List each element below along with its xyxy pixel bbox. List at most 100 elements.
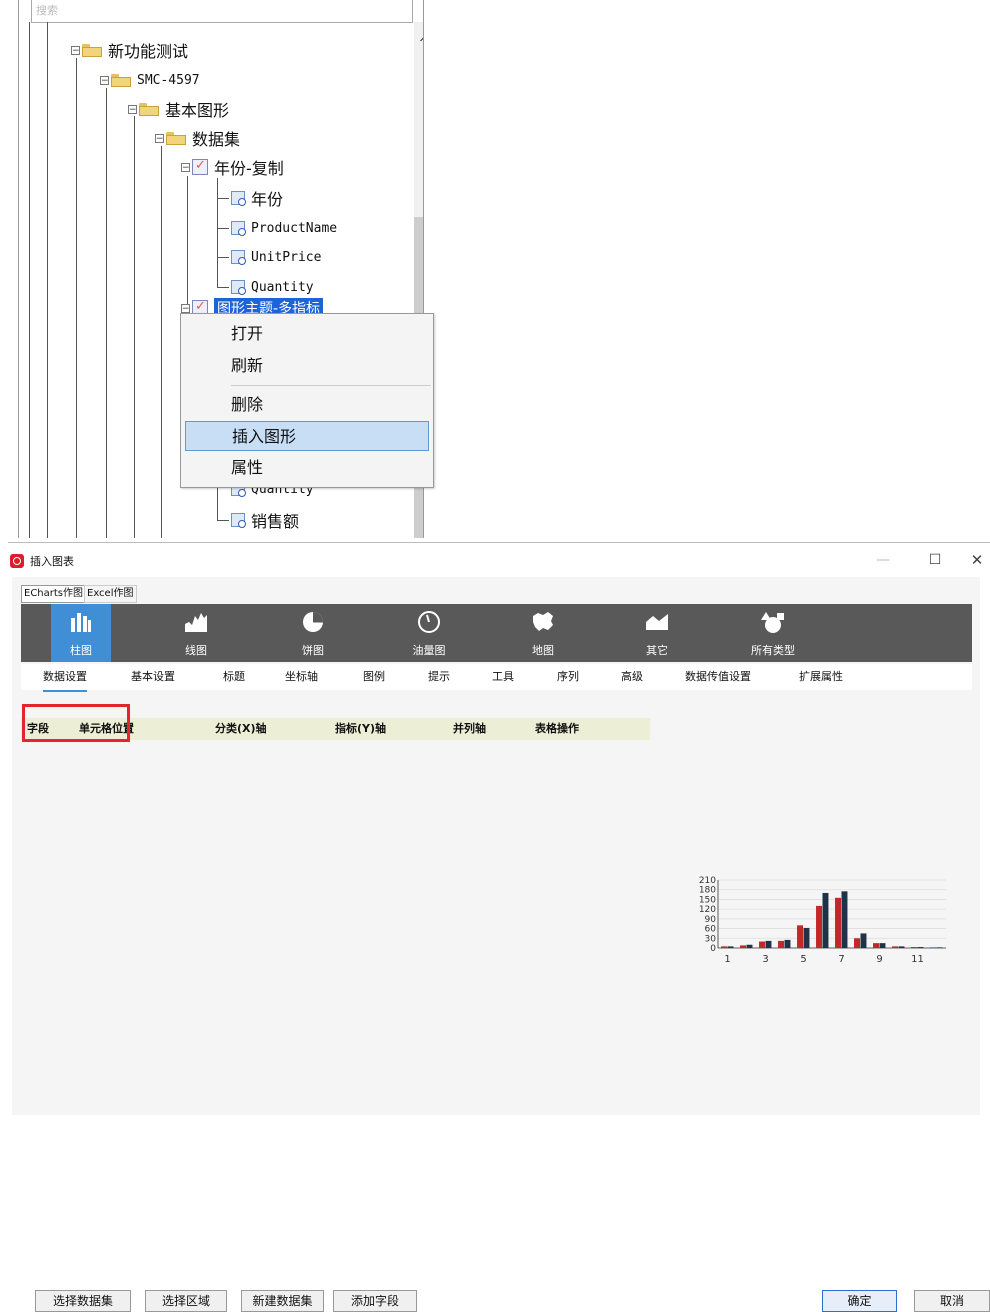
tree-node-field[interactable]: 销售额 bbox=[231, 508, 299, 532]
tab-data-settings[interactable]: 数据设置 bbox=[43, 664, 87, 692]
cancel-button[interactable]: 取消 bbox=[914, 1290, 990, 1312]
ok-button[interactable]: 确定 bbox=[822, 1290, 897, 1312]
chart-bar bbox=[898, 946, 905, 948]
field-icon bbox=[231, 513, 246, 528]
tab-advanced[interactable]: 高级 bbox=[621, 664, 643, 690]
chart-bar bbox=[822, 892, 829, 948]
shapes-icon bbox=[761, 612, 784, 633]
field-icon bbox=[231, 191, 246, 206]
dataset-icon bbox=[192, 158, 208, 175]
tree-node-field[interactable]: Quantity bbox=[231, 275, 314, 299]
tab-excel[interactable]: Excel作图 bbox=[84, 585, 137, 603]
tree-search-placeholder: 搜索 bbox=[36, 4, 58, 17]
menu-item-insert-chart[interactable]: 插入图形 bbox=[185, 421, 429, 451]
chart-bar bbox=[740, 945, 746, 948]
collapse-toggle-icon[interactable]: − bbox=[128, 104, 137, 114]
dialog-body: ECharts作图 Excel作图 柱图 线图 饼图 油量图 地图 其它 所有类… bbox=[12, 577, 990, 1312]
tree-guide-line bbox=[217, 178, 218, 288]
minimize-button[interactable]: — bbox=[868, 549, 898, 571]
tree-search-input[interactable]: 搜索 bbox=[31, 0, 413, 23]
chart-type-gauge-chart[interactable]: 油量图 bbox=[399, 604, 459, 662]
chart-type-line-chart[interactable]: 线图 bbox=[166, 604, 226, 662]
collapse-toggle-icon[interactable]: − bbox=[181, 303, 190, 313]
chart-x-tick-label: 9 bbox=[876, 954, 882, 965]
chart-y-tick-label: 0 bbox=[710, 944, 716, 954]
select-range-button[interactable]: 选择区域 bbox=[145, 1290, 227, 1312]
chart-y-tick-label: 150 bbox=[699, 895, 716, 905]
chart-type-label: 线图 bbox=[185, 644, 207, 657]
folder-icon bbox=[139, 102, 159, 116]
menu-item-properties[interactable]: 属性 bbox=[185, 453, 429, 483]
menu-item-open[interactable]: 打开 bbox=[185, 319, 429, 349]
tree-guide-line bbox=[29, 22, 30, 538]
menu-separator bbox=[231, 385, 431, 386]
chart-bar bbox=[917, 947, 924, 948]
chart-type-map-chart[interactable]: 地图 bbox=[513, 604, 573, 662]
add-field-button[interactable]: 添加字段 bbox=[333, 1290, 417, 1312]
tree-node-folder[interactable]: − SMC-4597 bbox=[100, 68, 200, 92]
field-icon bbox=[231, 250, 246, 265]
chart-type-label: 饼图 bbox=[302, 644, 324, 657]
chart-bar bbox=[936, 947, 943, 948]
chart-x-tick-labels: 1 3 5 7 9 11 bbox=[724, 954, 924, 965]
tree-guide-line bbox=[217, 287, 229, 288]
chart-type-other-chart[interactable]: 其它 bbox=[627, 604, 687, 662]
chart-bar bbox=[841, 891, 848, 948]
chart-type-all-types[interactable]: 所有类型 bbox=[743, 604, 803, 662]
tab-data-passing[interactable]: 数据传值设置 bbox=[685, 664, 751, 690]
chart-type-label: 其它 bbox=[646, 644, 668, 657]
tree-node-field[interactable]: 年份 bbox=[231, 186, 283, 210]
tree-node-dataset[interactable]: − 年份-复制 bbox=[181, 155, 284, 179]
tree-node-field[interactable]: ProductName bbox=[231, 216, 337, 240]
field-icon bbox=[231, 280, 246, 295]
tab-tools[interactable]: 工具 bbox=[492, 664, 514, 690]
chart-x-tick-label: 3 bbox=[762, 954, 768, 965]
new-dataset-button[interactable]: 新建数据集 bbox=[241, 1290, 324, 1312]
chart-type-label: 油量图 bbox=[412, 644, 446, 657]
collapse-toggle-icon[interactable]: − bbox=[155, 133, 164, 143]
tab-tooltip[interactable]: 提示 bbox=[428, 664, 450, 690]
bar-chart-icon bbox=[71, 613, 91, 632]
menu-item-delete[interactable]: 删除 bbox=[185, 390, 429, 420]
chart-type-label: 所有类型 bbox=[751, 644, 795, 657]
tab-title[interactable]: 标题 bbox=[223, 664, 245, 690]
tab-echarts[interactable]: ECharts作图 bbox=[21, 585, 87, 603]
tab-axis[interactable]: 坐标轴 bbox=[285, 664, 318, 690]
chart-x-tick-label: 11 bbox=[911, 954, 924, 965]
collapse-toggle-icon[interactable]: − bbox=[71, 45, 80, 55]
chart-bar bbox=[873, 943, 879, 948]
collapse-toggle-icon[interactable]: − bbox=[181, 162, 190, 172]
folder-icon bbox=[111, 73, 131, 87]
tree-node-label: UnitPrice bbox=[251, 249, 322, 265]
chart-type-label: 柱图 bbox=[70, 644, 92, 657]
insert-chart-dialog: 插入图表 — ☐ ✕ ECharts作图 Excel作图 柱图 线图 饼图 油量… bbox=[8, 542, 990, 1312]
chart-y-tick-labels: 2101801501209060300 bbox=[699, 876, 716, 954]
chart-bar bbox=[879, 943, 886, 948]
scroll-up-arrow-icon[interactable]: ^ bbox=[414, 36, 423, 56]
tab-extended-properties[interactable]: 扩展属性 bbox=[799, 664, 843, 690]
chart-bar bbox=[911, 947, 917, 948]
collapse-toggle-icon[interactable]: − bbox=[100, 75, 109, 85]
menu-item-refresh[interactable]: 刷新 bbox=[185, 351, 429, 381]
maximize-button[interactable]: ☐ bbox=[920, 549, 950, 571]
tree-node-folder[interactable]: − 基本图形 bbox=[128, 97, 229, 121]
tree-guide-line bbox=[47, 22, 48, 538]
tree-guide-line bbox=[187, 176, 188, 306]
column-header: 指标(Y)轴 bbox=[335, 722, 387, 735]
tree-node-field[interactable]: UnitPrice bbox=[231, 245, 321, 269]
chart-type-pie-chart[interactable]: 饼图 bbox=[283, 604, 343, 662]
chart-bar bbox=[835, 897, 841, 948]
tab-basic-settings[interactable]: 基本设置 bbox=[131, 664, 175, 690]
chart-type-bar-chart[interactable]: 柱图 bbox=[51, 604, 111, 662]
tree-node-label: 基本图形 bbox=[165, 101, 230, 120]
chart-bar bbox=[727, 946, 734, 948]
select-dataset-button[interactable]: 选择数据集 bbox=[35, 1290, 131, 1312]
tab-series[interactable]: 序列 bbox=[557, 664, 579, 690]
tree-node-folder[interactable]: − 数据集 bbox=[155, 126, 240, 150]
tab-legend[interactable]: 图例 bbox=[363, 664, 385, 690]
chart-y-tick-label: 210 bbox=[699, 876, 716, 886]
tree-guide-line bbox=[134, 116, 135, 538]
close-button[interactable]: ✕ bbox=[962, 549, 990, 571]
tree-node-folder[interactable]: − 新功能测试 bbox=[71, 38, 188, 62]
chart-type-label: 地图 bbox=[532, 644, 554, 657]
